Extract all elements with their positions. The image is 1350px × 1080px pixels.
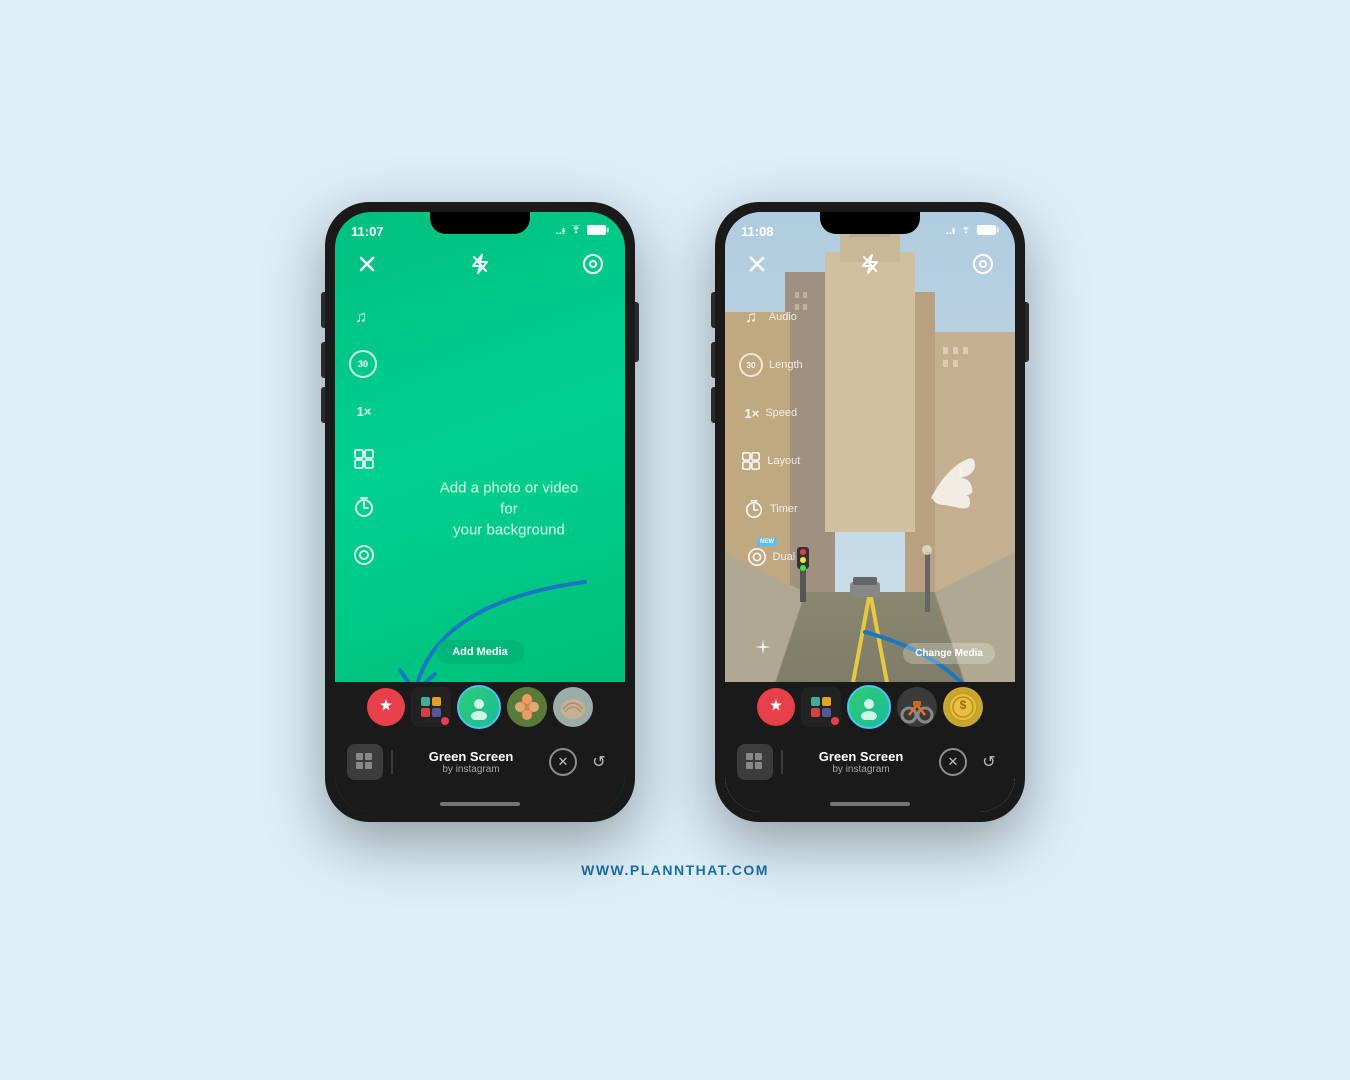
dual-btn-left[interactable]: [349, 540, 379, 570]
top-bar-right: [725, 250, 1015, 278]
gallery-dot: [441, 717, 449, 725]
dual-btn-right[interactable]: Dual NEW: [739, 542, 803, 572]
time-right: 11:08: [741, 224, 774, 239]
wifi-icon-left: [569, 225, 583, 238]
time-left: 11:07: [351, 224, 384, 239]
speed-btn-right[interactable]: 1× Speed: [739, 398, 803, 428]
photo1-btn-right[interactable]: [897, 687, 937, 727]
filter-bar-right: Green Screen by instagram ✕ ↺: [725, 732, 1015, 792]
left-icons-right: ♫ Audio 30 Length 1× Speed Layout Ti: [739, 302, 803, 572]
battery-icon-left: [587, 224, 609, 239]
signal-icon-right: ..ᵻ: [946, 225, 955, 237]
filter-grid-btn-left[interactable]: [347, 744, 383, 780]
svg-text:♫: ♫: [745, 309, 757, 326]
home-indicator-right: [830, 802, 910, 806]
length-btn-left[interactable]: 30: [349, 350, 377, 378]
home-indicator-left: [440, 802, 520, 806]
flash-btn-left[interactable]: [466, 250, 494, 278]
close-circle-btn-right[interactable]: ✕: [939, 748, 967, 776]
notch-left: [430, 212, 530, 234]
phone-right: 11:08 ..ᵻ: [715, 202, 1025, 822]
phones-container: 11:07 ..ᵻ: [325, 202, 1025, 822]
close-circle-btn-left[interactable]: ✕: [549, 748, 577, 776]
speed-btn-left[interactable]: 1×: [349, 396, 379, 426]
gallery-btn-left[interactable]: [411, 687, 451, 727]
photo2-btn-right[interactable]: $: [943, 687, 983, 727]
filter-name-left: Green Screen: [429, 749, 514, 764]
close-btn-right[interactable]: [743, 250, 771, 278]
star-btn-right[interactable]: [757, 688, 795, 726]
reload-btn-right[interactable]: ↺: [975, 748, 1003, 776]
avatar-btn-left[interactable]: [457, 685, 501, 729]
divider-right: [781, 750, 783, 774]
filter-name-right: Green Screen: [819, 749, 904, 764]
length-btn-right[interactable]: 30 Length: [739, 350, 803, 380]
timer-btn-left[interactable]: [349, 492, 379, 522]
filter-label-left: Green Screen by instagram: [401, 749, 541, 775]
status-icons-left: ..ᵻ: [556, 224, 609, 239]
close-btn-left[interactable]: [353, 250, 381, 278]
star-btn-left[interactable]: [367, 688, 405, 726]
effect-bar-right: $: [725, 682, 1015, 732]
phone-left: 11:07 ..ᵻ: [325, 202, 635, 822]
layout-btn-left[interactable]: [349, 444, 379, 474]
reload-btn-left[interactable]: ↺: [585, 748, 613, 776]
layout-btn-right[interactable]: Layout: [739, 446, 803, 476]
sparkle-btn-right[interactable]: [753, 637, 773, 660]
signal-icon-left: ..ᵻ: [556, 225, 565, 237]
avatar-btn-right[interactable]: [847, 685, 891, 729]
battery-icon-right: [977, 224, 999, 239]
settings-btn-left[interactable]: [579, 250, 607, 278]
flash-btn-right[interactable]: [856, 250, 884, 278]
gallery-btn-right[interactable]: [801, 687, 841, 727]
new-badge: NEW: [757, 538, 777, 546]
add-media-btn[interactable]: Add Media: [436, 640, 524, 664]
notch-right: [820, 212, 920, 234]
change-media-btn[interactable]: Change Media: [903, 643, 995, 664]
divider-left: [391, 750, 393, 774]
svg-text:$: $: [960, 698, 967, 712]
wifi-icon-right: [959, 225, 973, 238]
left-icons-left: ♫ 30 1×: [349, 302, 379, 570]
filter-bar-left: Green Screen by instagram ✕ ↺: [335, 732, 625, 792]
status-icons-right: ..ᵻ: [946, 224, 999, 239]
music-btn-left[interactable]: ♫: [349, 302, 379, 332]
top-bar-left: [335, 250, 625, 278]
filter-sub-left: by instagram: [442, 764, 499, 775]
photo1-btn-left[interactable]: [507, 687, 547, 727]
settings-btn-right[interactable]: [969, 250, 997, 278]
bottom-tray-left: Green Screen by instagram ✕ ↺: [335, 682, 625, 812]
photo2-btn-left[interactable]: [553, 687, 593, 727]
website-url: WWW.PLANNTHAT.COM: [581, 862, 769, 878]
filter-label-right: Green Screen by instagram: [791, 749, 931, 775]
hand-swoosh: [910, 440, 990, 520]
filter-sub-right: by instagram: [832, 764, 889, 775]
timer-btn-right[interactable]: Timer: [739, 494, 803, 524]
effect-bar-left: [335, 682, 625, 732]
filter-grid-btn-right[interactable]: [737, 744, 773, 780]
bottom-tray-right: $ Gree: [725, 682, 1015, 812]
music-btn-right[interactable]: ♫ Audio: [739, 302, 803, 332]
svg-text:♫: ♫: [355, 309, 367, 326]
center-text-left: Add a photo or video for your background: [437, 477, 582, 540]
gallery-dot-right: [831, 717, 839, 725]
